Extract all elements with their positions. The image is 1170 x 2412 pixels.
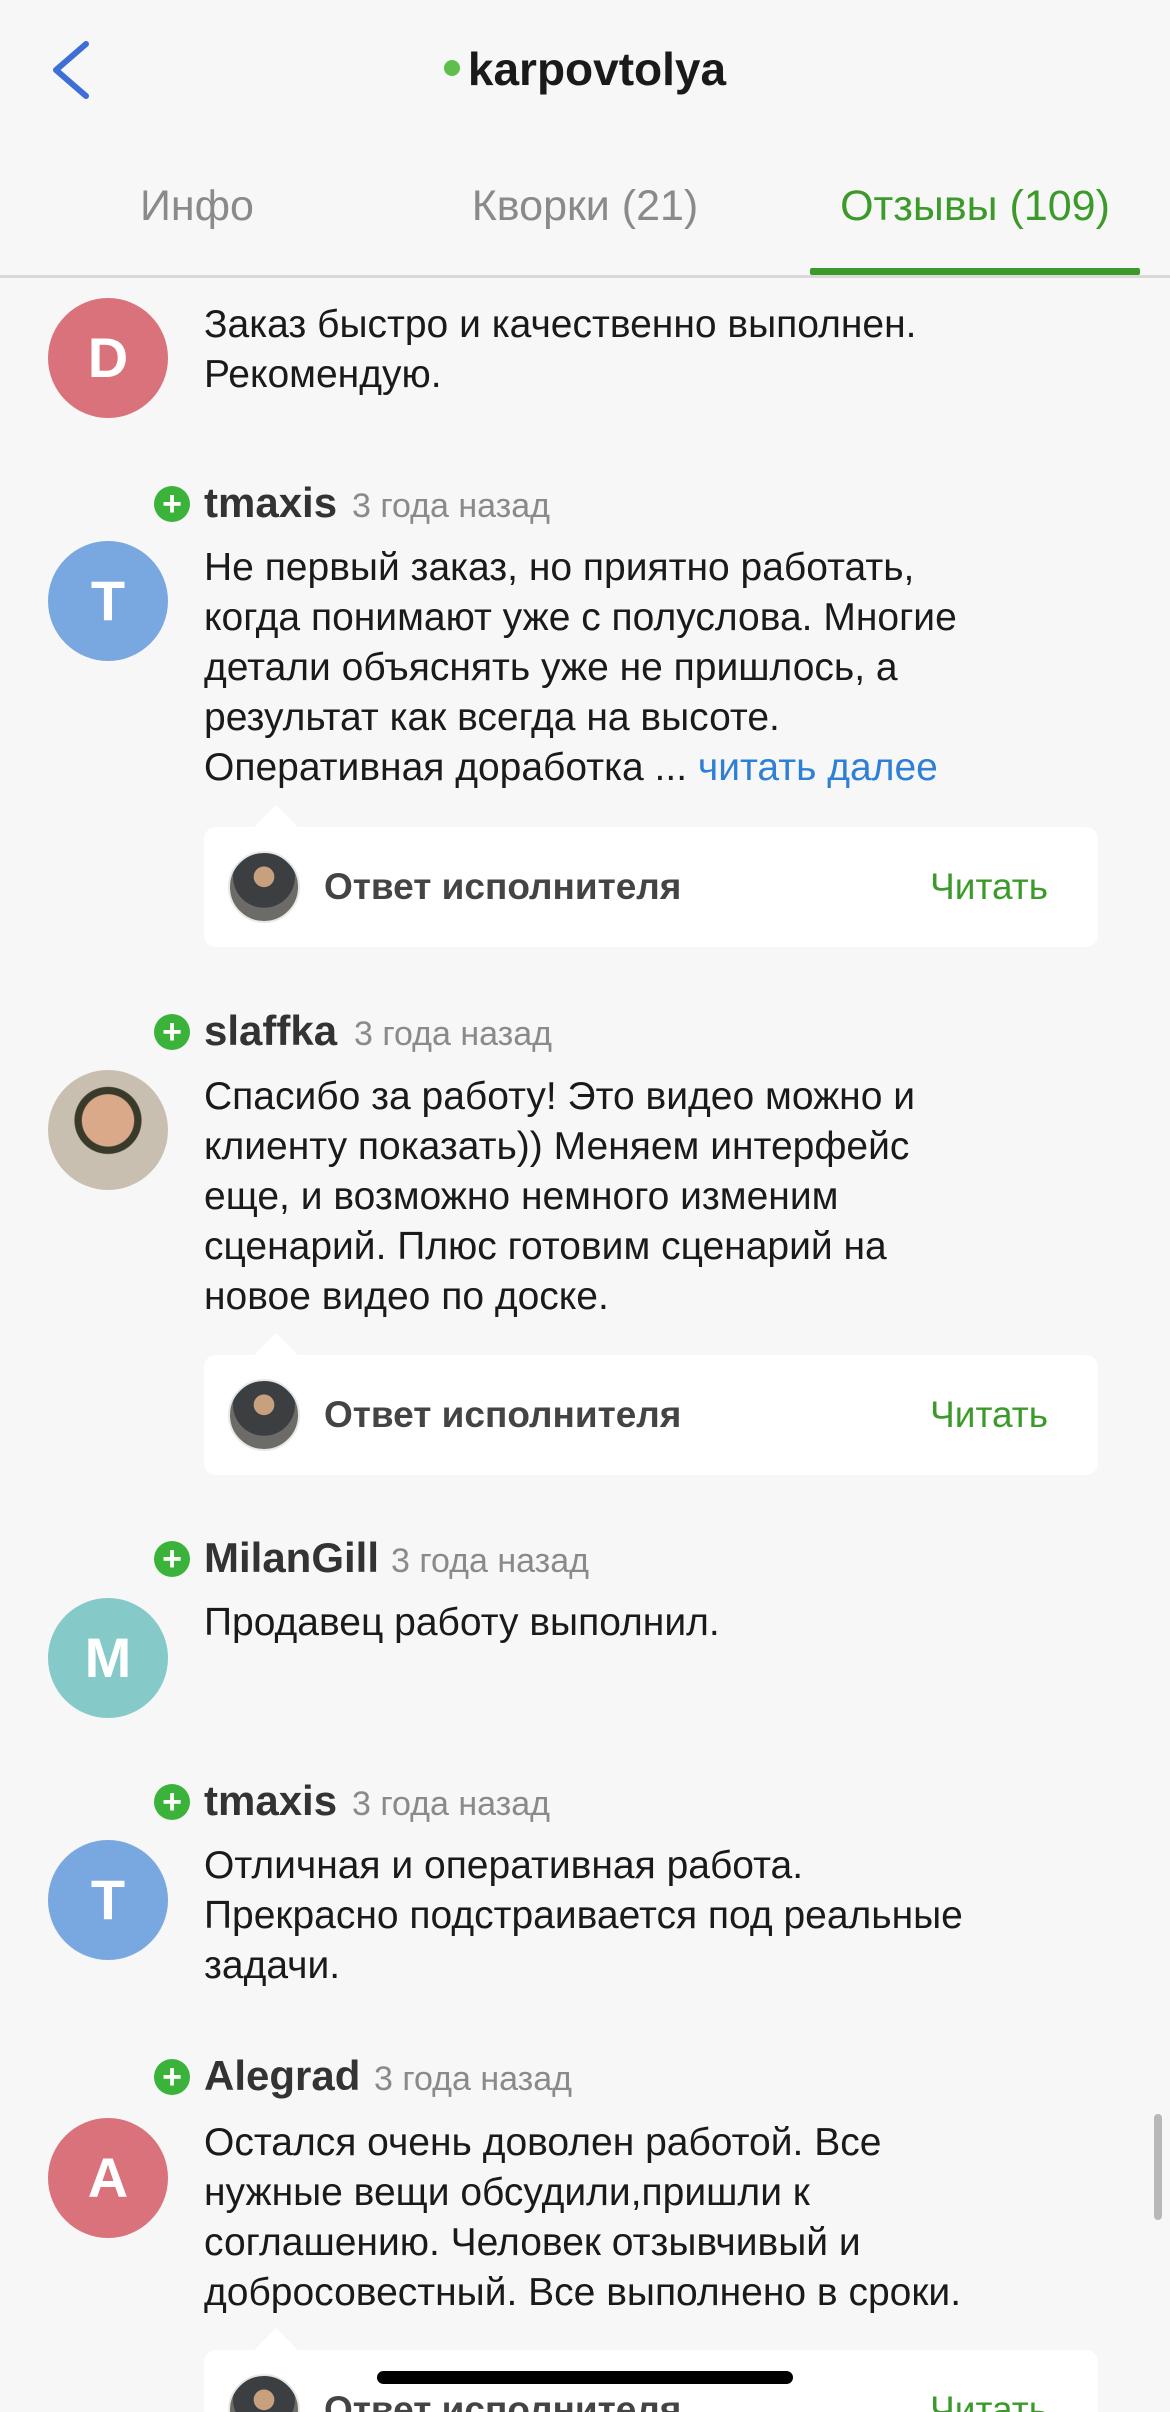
active-tab-indicator [810,268,1140,275]
positive-review-icon: + [154,2059,190,2095]
review-time: 3 года назад [391,1542,590,1580]
positive-review-icon: + [154,1014,190,1050]
review-meta: + Alegrad 3 года назад [154,2051,754,2101]
review-meta: + tmaxis 3 года назад [154,1776,754,1826]
page-title: karpovtolya [0,36,1170,102]
review-meta: + MilanGill 3 года назад [154,1533,754,1583]
review-text: Остался очень доволен работой. Все нужны… [204,2121,962,2314]
seller-avatar [228,851,300,923]
avatar[interactable]: T [48,541,168,661]
answer-label: Ответ исполнителя [324,866,682,907]
answer-label: Ответ исполнителя [324,2389,682,2412]
review-username[interactable]: slaffka [204,1006,337,1056]
review-text: Не первый заказ, но приятно работать, ко… [204,543,1104,793]
review-text: Продавец работу выполнил. [204,1601,720,1644]
tab-info[interactable]: Инфо [92,170,302,278]
avatar[interactable]: M [48,1598,168,1718]
positive-review-icon: + [154,1784,190,1820]
avatar[interactable]: D [48,298,168,418]
review-text: Спасибо за работу! Это видео можно и кли… [204,1075,916,1318]
review-username[interactable]: tmaxis [204,1776,337,1826]
positive-review-icon: + [154,1541,190,1577]
review-username[interactable]: tmaxis [204,478,337,528]
seller-answer: Ответ исполнителя Читать [204,1333,1098,1475]
answer-notch [254,2328,298,2350]
read-answer-button[interactable]: Читать [930,862,1048,912]
avatar[interactable]: A [48,2118,168,2238]
review-time: 3 года назад [374,2060,573,2098]
seller-avatar [228,1379,300,1451]
positive-review-icon: + [154,486,190,522]
read-answer-button[interactable]: Читать [930,1390,1048,1440]
review-username[interactable]: Alegrad [204,2051,360,2101]
review-time: 3 года назад [352,487,551,525]
home-indicator [377,2371,793,2384]
review-time: 3 года назад [354,1015,553,1053]
tab-bar: Инфо Кворки (21) Отзывы (109) [0,170,1170,278]
scrollbar[interactable] [1154,2114,1162,2220]
review-text: Заказ быстро и качественно выполнен. Рек… [204,303,917,396]
answer-notch [254,1333,298,1355]
answer-notch [254,805,298,827]
avatar[interactable] [48,1070,168,1190]
review-username[interactable]: MilanGill [204,1533,379,1583]
online-status-icon [443,59,460,76]
review-time: 3 года назад [352,1785,551,1823]
read-more-link[interactable]: читать далее [698,746,938,789]
review-meta: + tmaxis 3 года назад [154,478,754,528]
read-answer-button[interactable]: Читать [930,2385,1048,2412]
header: karpovtolya Инфо Кворки (21) Отзывы (109… [0,0,1170,278]
seller-avatar [228,2374,300,2412]
seller-answer: Ответ исполнителя Читать [204,805,1098,947]
tab-reviews[interactable]: Отзывы (109) [810,170,1140,278]
review-meta: + slaffka 3 года назад [154,1006,754,1056]
avatar[interactable]: T [48,1840,168,1960]
tab-kworks[interactable]: Кворки (21) [440,170,730,278]
username-title: karpovtolya [467,43,727,95]
answer-label: Ответ исполнителя [324,1394,682,1435]
review-text: Отличная и оперативная работа. Прекрасно… [204,1844,963,1987]
